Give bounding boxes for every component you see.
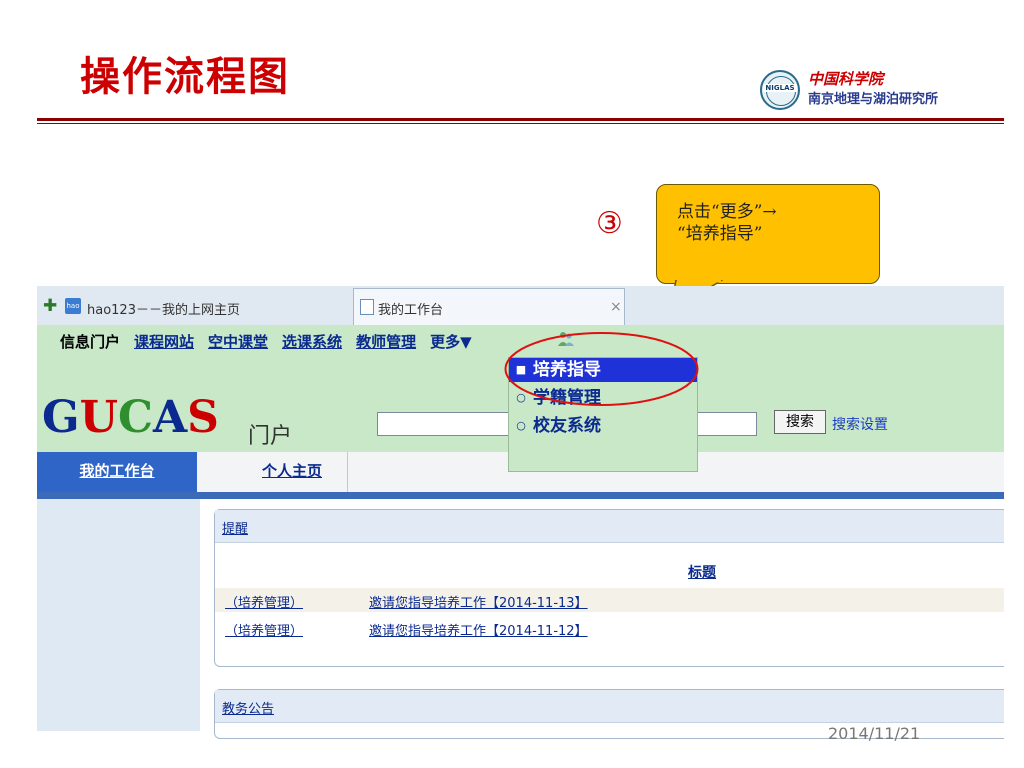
gucas-logo: GUCAS [42, 392, 219, 443]
logo-line-1: 中国科学院 [808, 70, 884, 88]
tab-personal-homepage[interactable]: 个人主页 [237, 452, 348, 492]
menu-item-alumni-system[interactable]: ○ 校友系统 [509, 414, 697, 438]
browser-tab-bar: ✚ hao hao123－－我的上网主页 我的工作台 × [37, 286, 1004, 326]
reminder-panel-header: 提醒 [215, 510, 1004, 543]
table-row: （培养管理） 邀请您指导培养工作【2014-11-13】 [215, 588, 1004, 612]
left-sidebar [37, 499, 200, 731]
seal-icon: NIGLAS [760, 70, 800, 110]
row-title-link[interactable]: 邀请您指导培养工作【2014-11-12】 [369, 620, 588, 639]
logo-line-2: 南京地理与湖泊研究所 [808, 92, 939, 107]
notice-panel-title[interactable]: 教务公告 [222, 698, 274, 717]
tab-label: 我的工作台 [378, 303, 444, 318]
portal-subtitle: 门户 [248, 424, 293, 449]
reminder-panel: 提醒 标题 （培养管理） 邀请您指导培养工作【2014-11-13】 （培养管理… [214, 509, 1004, 667]
slide-date: 2014/11/21 [828, 724, 921, 743]
nav-more-menu[interactable]: 更多▼ [430, 333, 472, 351]
hao123-icon: hao [65, 298, 81, 314]
nav-teacher-admin[interactable]: 教师管理 [356, 333, 416, 351]
callout-box: 点击“更多”→ “培养指导” [656, 184, 880, 284]
row-category[interactable]: （培养管理） [225, 620, 303, 639]
institute-logo: NIGLAS 中国科学院 南京地理与湖泊研究所 [760, 70, 1000, 110]
header-rule [37, 118, 1004, 121]
row-category[interactable]: （培养管理） [225, 592, 303, 611]
row-title-link[interactable]: 邀请您指导培养工作【2014-11-13】 [369, 592, 588, 611]
column-header-title[interactable]: 标题 [688, 562, 716, 582]
callout-line-1: 点击“更多”→ [677, 202, 777, 222]
nav-course-site[interactable]: 课程网站 [134, 333, 194, 351]
nav-course-selection[interactable]: 选课系统 [282, 333, 342, 351]
highlight-ellipse [504, 332, 699, 406]
new-tab-icon[interactable]: ✚ [43, 296, 57, 316]
tab-workbench-page[interactable]: 我的工作台 × [353, 288, 625, 325]
reminder-panel-title[interactable]: 提醒 [222, 518, 248, 537]
tab-hao123[interactable]: hao123－－我的上网主页 [87, 299, 240, 318]
callout-line-2: “培养指导” [677, 224, 763, 244]
main-content: 提醒 标题 （培养管理） 邀请您指导培养工作【2014-11-13】 （培养管理… [200, 499, 1004, 739]
notice-panel-header: 教务公告 [215, 690, 1004, 723]
search-settings-link[interactable]: 搜索设置 [832, 414, 888, 434]
step-number: ③ [596, 206, 623, 241]
close-tab-icon[interactable]: × [610, 299, 622, 315]
page-icon [360, 299, 374, 315]
table-row: （培养管理） 邀请您指导培养工作【2014-11-12】 [215, 616, 1004, 640]
tab-my-workbench[interactable]: 我的工作台 [37, 452, 197, 492]
search-button[interactable]: 搜索 [774, 410, 826, 434]
portal-nav-bar: 信息门户 课程网站 空中课堂 选课系统 教师管理 更多▼ [60, 331, 486, 352]
slide-title: 操作流程图 [80, 53, 290, 100]
nav-info-portal[interactable]: 信息门户 [60, 333, 120, 351]
header-rule-thin [37, 123, 1004, 124]
nav-online-class[interactable]: 空中课堂 [208, 333, 268, 351]
